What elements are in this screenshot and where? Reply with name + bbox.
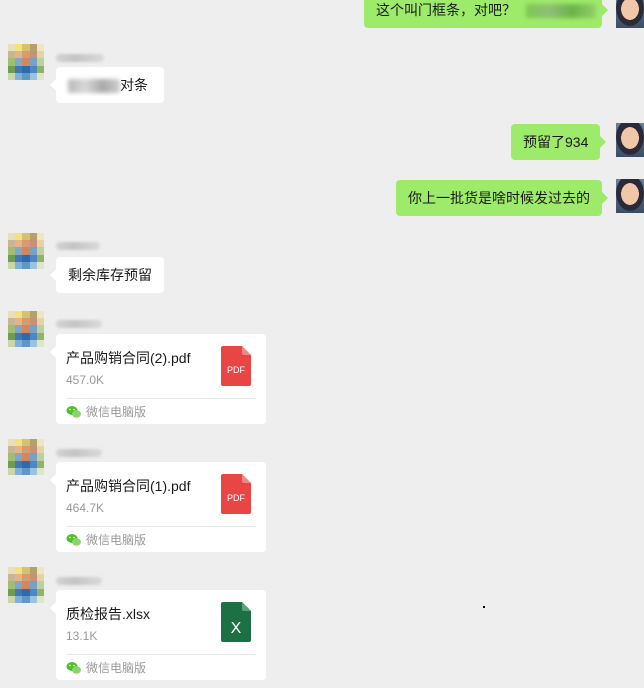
contact-name-redacted bbox=[56, 449, 102, 457]
avatar-contact[interactable] bbox=[8, 233, 44, 269]
pdf-file-icon: PDF bbox=[221, 474, 251, 514]
contact-name-redacted bbox=[56, 242, 100, 250]
wechat-icon bbox=[66, 406, 81, 418]
avatar-contact[interactable] bbox=[8, 311, 44, 347]
message-text: 对条 bbox=[120, 77, 148, 93]
file-message-card[interactable]: 产品购销合同(2).pdf 457.0K PDF 微信电脑版 bbox=[50, 334, 266, 424]
file-source: 微信电脑版 bbox=[66, 531, 146, 549]
file-size: 457.0K bbox=[66, 373, 105, 387]
divider bbox=[66, 654, 256, 655]
chat-window: 这个叫门框条，对吧？ 对条 预留了934 你上一批货是啥时候发过去的 剩余库存预… bbox=[0, 0, 644, 688]
contact-name-redacted bbox=[56, 54, 104, 62]
file-message-card[interactable]: 质检报告.xlsx 13.1K X 微信电脑版 bbox=[50, 590, 266, 680]
file-size: 13.1K bbox=[66, 629, 98, 643]
message-text: 预留了934 bbox=[523, 134, 589, 150]
message-text: 这个叫门框条，对吧？ bbox=[376, 2, 516, 18]
avatar-self[interactable] bbox=[616, 0, 644, 28]
file-source-label: 微信电脑版 bbox=[86, 661, 147, 675]
avatar-contact[interactable] bbox=[8, 567, 44, 603]
file-name: 产品购销合同(1).pdf bbox=[66, 478, 191, 494]
file-size: 464.7K bbox=[66, 501, 105, 515]
file-source-label: 微信电脑版 bbox=[86, 533, 147, 547]
file-type-label: X bbox=[231, 620, 242, 637]
message-bubble-contact[interactable]: 对条 bbox=[50, 67, 164, 103]
divider bbox=[66, 398, 256, 399]
file-name: 产品购销合同(2).pdf bbox=[66, 350, 191, 366]
avatar-contact[interactable] bbox=[8, 439, 44, 475]
file-type-label: PDF bbox=[227, 493, 246, 503]
avatar-self[interactable] bbox=[616, 179, 644, 213]
message-bubble-self[interactable]: 你上一批货是啥时候发过去的 bbox=[396, 180, 608, 216]
message-text: 剩余库存预留 bbox=[68, 267, 152, 283]
file-source: 微信电脑版 bbox=[66, 403, 146, 421]
message-bubble-self[interactable]: 预留了934 bbox=[511, 124, 607, 160]
excel-file-icon: X bbox=[221, 602, 251, 642]
avatar-self[interactable] bbox=[616, 123, 644, 157]
redacted-text bbox=[525, 4, 596, 19]
avatar-contact[interactable] bbox=[8, 44, 44, 80]
message-bubble-contact[interactable]: 剩余库存预留 bbox=[50, 257, 164, 293]
file-name: 质检报告.xlsx bbox=[66, 606, 150, 622]
file-type-label: PDF bbox=[227, 365, 246, 375]
pdf-file-icon: PDF bbox=[221, 346, 251, 386]
file-source-label: 微信电脑版 bbox=[86, 405, 147, 419]
redacted-text bbox=[68, 79, 120, 94]
wechat-icon bbox=[66, 662, 81, 674]
file-message-card[interactable]: 产品购销合同(1).pdf 464.7K PDF 微信电脑版 bbox=[50, 462, 266, 552]
divider bbox=[66, 526, 256, 527]
contact-name-redacted bbox=[56, 577, 102, 585]
contact-name-redacted bbox=[56, 320, 102, 328]
wechat-icon bbox=[66, 534, 81, 546]
file-source: 微信电脑版 bbox=[66, 659, 146, 677]
message-bubble-self[interactable]: 这个叫门框条，对吧？ bbox=[364, 0, 608, 28]
message-text: 你上一批货是啥时候发过去的 bbox=[408, 190, 590, 206]
cursor-dot bbox=[483, 606, 485, 608]
